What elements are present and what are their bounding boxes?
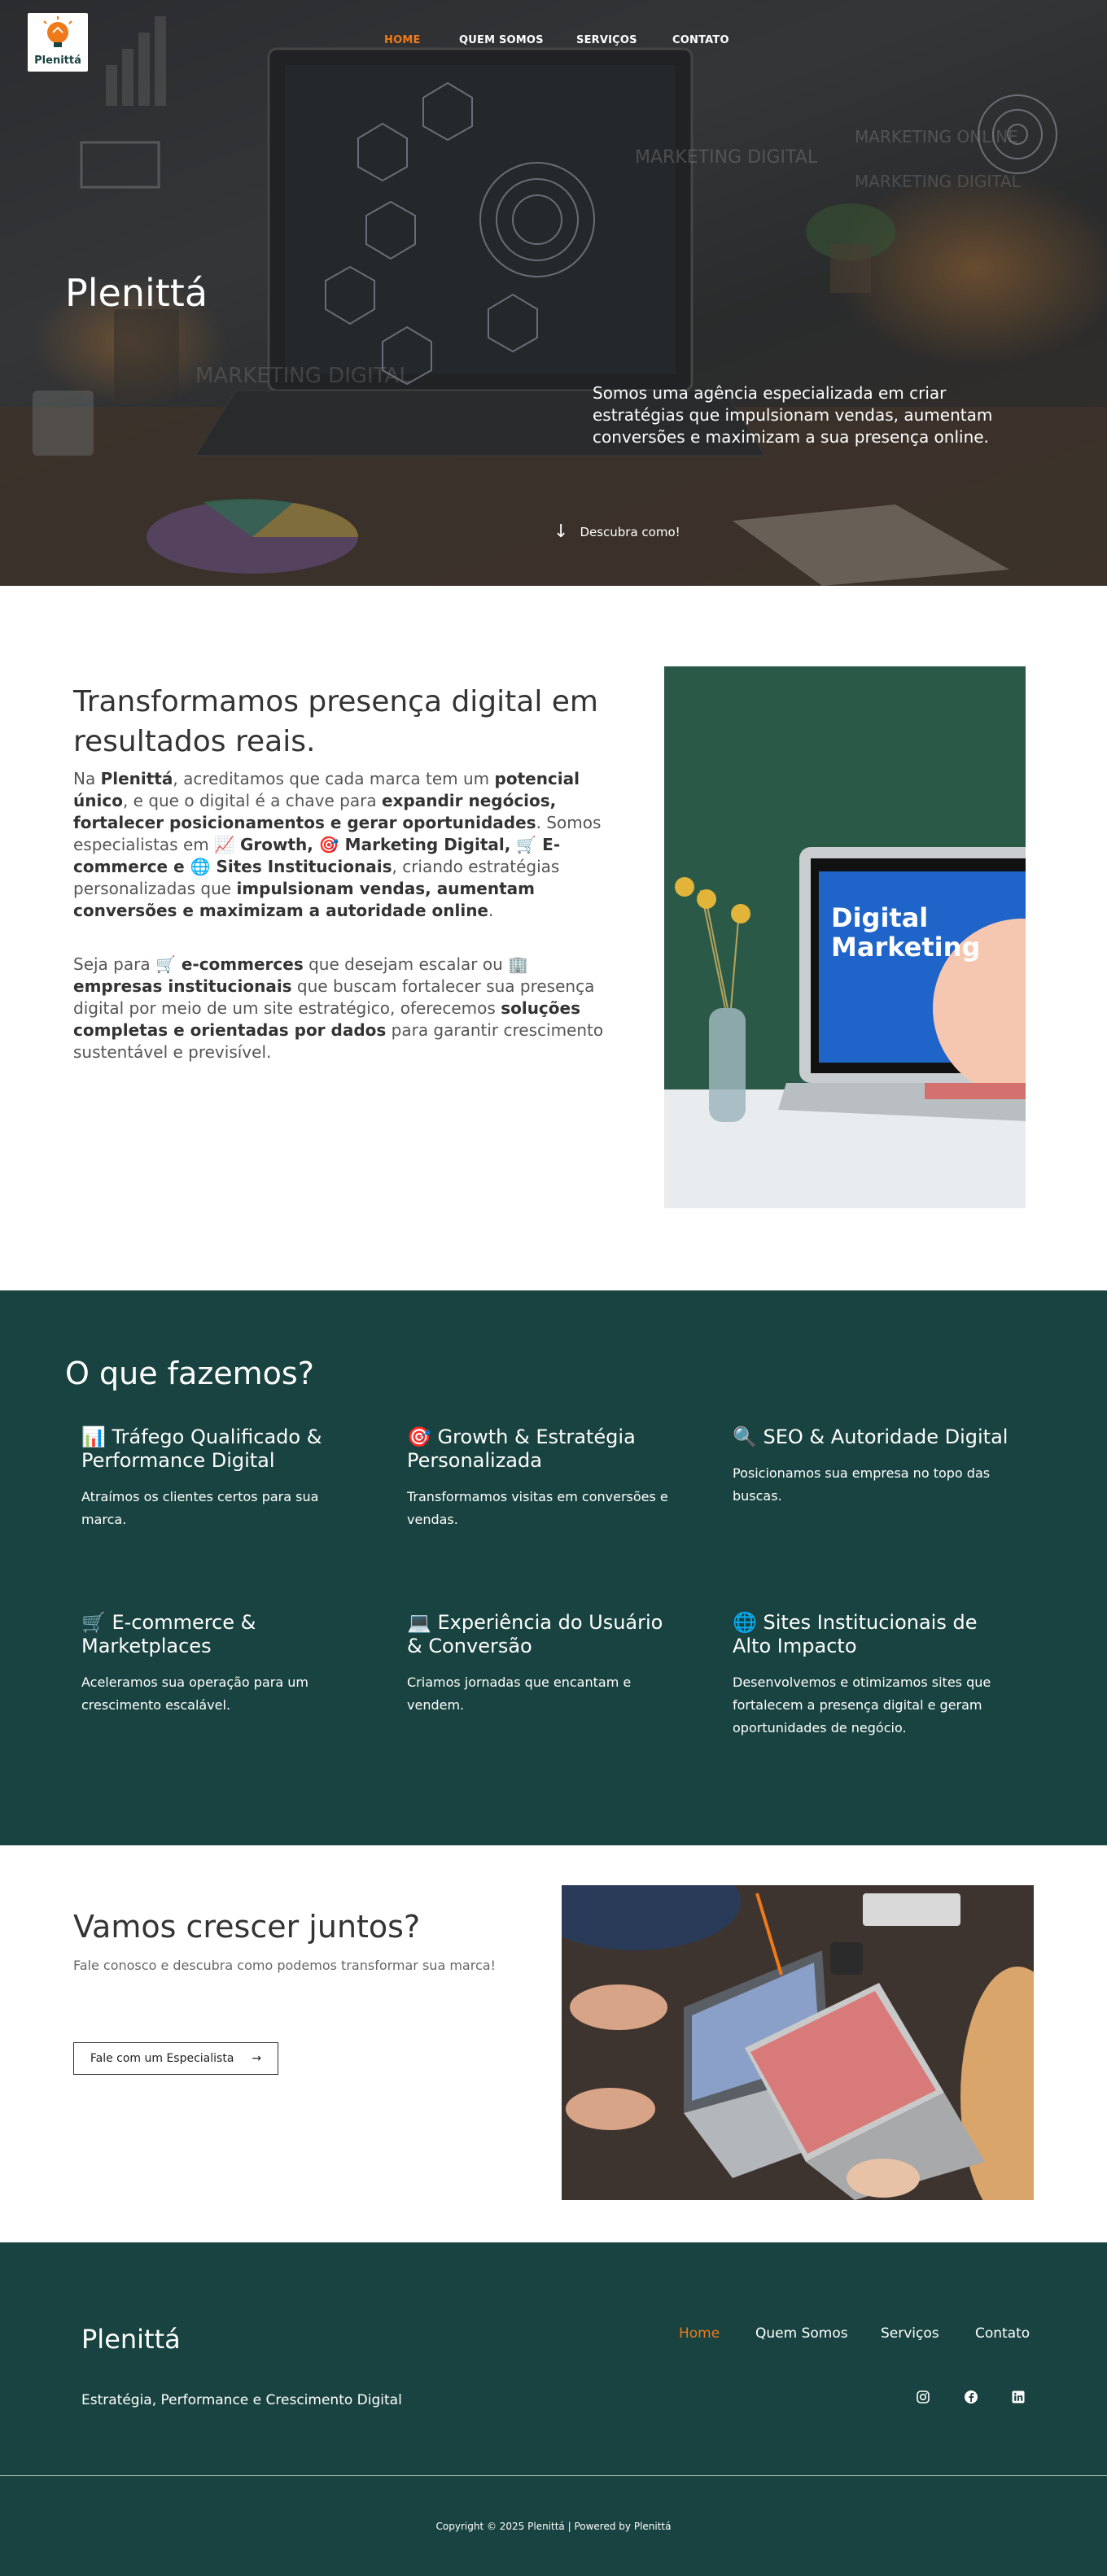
nav-item-quem-somos[interactable]: QUEM SOMOS — [459, 34, 544, 46]
footer-brand: Plenittá — [81, 2324, 181, 2355]
service-card-growth: 🎯 Growth & Estratégia Personalizada Tran… — [407, 1426, 684, 1531]
bold-text-segment: 🛒 e-commerces — [155, 954, 304, 974]
cta-subtitle: Fale conosco e descubra como podemos tra… — [73, 1958, 496, 1973]
service-card-seo: 🔍 SEO & Autoridade Digital Posicionamos … — [733, 1426, 1009, 1508]
about-paragraph-2: Seja para 🛒 e-commerces que desejam esca… — [73, 954, 619, 1063]
service-title: 💻 Experiência do Usuário & Conversão — [407, 1611, 663, 1657]
text-segment: . — [488, 901, 494, 920]
button-label: Fale com um Especialista — [90, 2052, 234, 2065]
service-title: 🔍 SEO & Autoridade Digital — [733, 1426, 1009, 1448]
footer-nav-contato[interactable]: Contato — [975, 2325, 1030, 2342]
logo-text: Plenittá — [34, 55, 81, 67]
service-card-ux: 💻 Experiência do Usuário & Conversão Cri… — [407, 1611, 684, 1717]
service-title: 🛒 E-commerce & Marketplaces — [81, 1611, 256, 1657]
bold-text-segment: Plenittá — [100, 769, 173, 788]
footer: Plenittá Estratégia, Performance e Cresc… — [0, 2242, 1107, 2576]
cta-title: Vamos crescer juntos? — [73, 1908, 421, 1945]
services-section: O que fazemos? 📊 Tráfego Qualificado & P… — [0, 1290, 1107, 1845]
arrow-down-icon: ↓ — [554, 522, 569, 542]
service-description: Desenvolvemos e otimizamos sites que for… — [733, 1674, 991, 1736]
text-segment: Seja para — [73, 954, 155, 974]
discover-label: Descubra como! — [580, 525, 680, 539]
service-card-ecommerce: 🛒 E-commerce & Marketplaces Aceleramos s… — [81, 1611, 358, 1717]
service-description: Aceleramos sua operação para um crescime… — [81, 1674, 308, 1713]
arrow-right-icon: → — [252, 2052, 262, 2065]
service-description: Atraímos os clientes certos para sua mar… — [81, 1489, 319, 1527]
discover-link[interactable]: ↓ Descubra como! — [554, 522, 680, 542]
service-title: 🎯 Growth & Estratégia Personalizada — [407, 1426, 636, 1472]
service-card-sites: 🌐 Sites Institucionais de Alto Impacto D… — [733, 1611, 1009, 1740]
hero-title: Plenittá — [65, 270, 208, 315]
nav-item-home[interactable]: HOME — [384, 34, 421, 46]
copyright-text: Copyright © 2025 Plenittá | Powered by P… — [435, 2521, 672, 2532]
footer-nav-home[interactable]: Home — [679, 2325, 720, 2342]
instagram-icon[interactable] — [915, 2389, 931, 2405]
about-title: Transformamos presença digital em result… — [73, 684, 598, 758]
footer-nav-servicos[interactable]: Serviços — [881, 2325, 939, 2342]
nav-item-servicos[interactable]: SERVIÇOS — [576, 34, 637, 46]
text-segment: , e que o digital é a chave para — [122, 791, 382, 810]
hero-description: Somos uma agência especializada em criar… — [593, 383, 993, 447]
text-segment: que desejam escalar ou — [303, 954, 509, 974]
service-title: 🌐 Sites Institucionais de Alto Impacto — [733, 1611, 978, 1657]
service-description: Transformamos visitas em conversões e ve… — [407, 1489, 668, 1527]
nav-item-contato[interactable]: CONTATO — [672, 34, 729, 46]
main-nav: HOME QUEM SOMOS SERVIÇOS CONTATO — [0, 34, 1107, 50]
facebook-icon[interactable] — [963, 2389, 979, 2405]
footer-tagline: Estratégia, Performance e Crescimento Di… — [81, 2392, 402, 2408]
services-title: O que fazemos? — [65, 1356, 314, 1391]
digital-marketing-image: Digital Marketing — [664, 666, 1026, 1208]
service-card-trafego: 📊 Tráfego Qualificado & Performance Digi… — [81, 1426, 358, 1531]
about-paragraph-1: Na Plenittá, acreditamos que cada marca … — [73, 768, 619, 922]
service-title: 📊 Tráfego Qualificado & Performance Digi… — [81, 1426, 322, 1472]
footer-divider — [0, 2475, 1107, 2476]
linkedin-icon[interactable] — [1010, 2389, 1026, 2405]
text-segment: Na — [73, 769, 101, 788]
service-description: Posicionamos sua empresa no topo das bus… — [733, 1465, 991, 1504]
team-laptops-image — [562, 1885, 1034, 2200]
text-segment: , acreditamos que cada marca tem um — [173, 769, 495, 788]
talk-to-specialist-button[interactable]: Fale com um Especialista → — [73, 2042, 278, 2075]
hero-section: MARKETING DIGITAL MARKETING ONLINE MARKE… — [0, 0, 1107, 586]
footer-nav-quem-somos[interactable]: Quem Somos — [755, 2325, 848, 2342]
service-description: Criamos jornadas que encantam e vendem. — [407, 1674, 632, 1713]
